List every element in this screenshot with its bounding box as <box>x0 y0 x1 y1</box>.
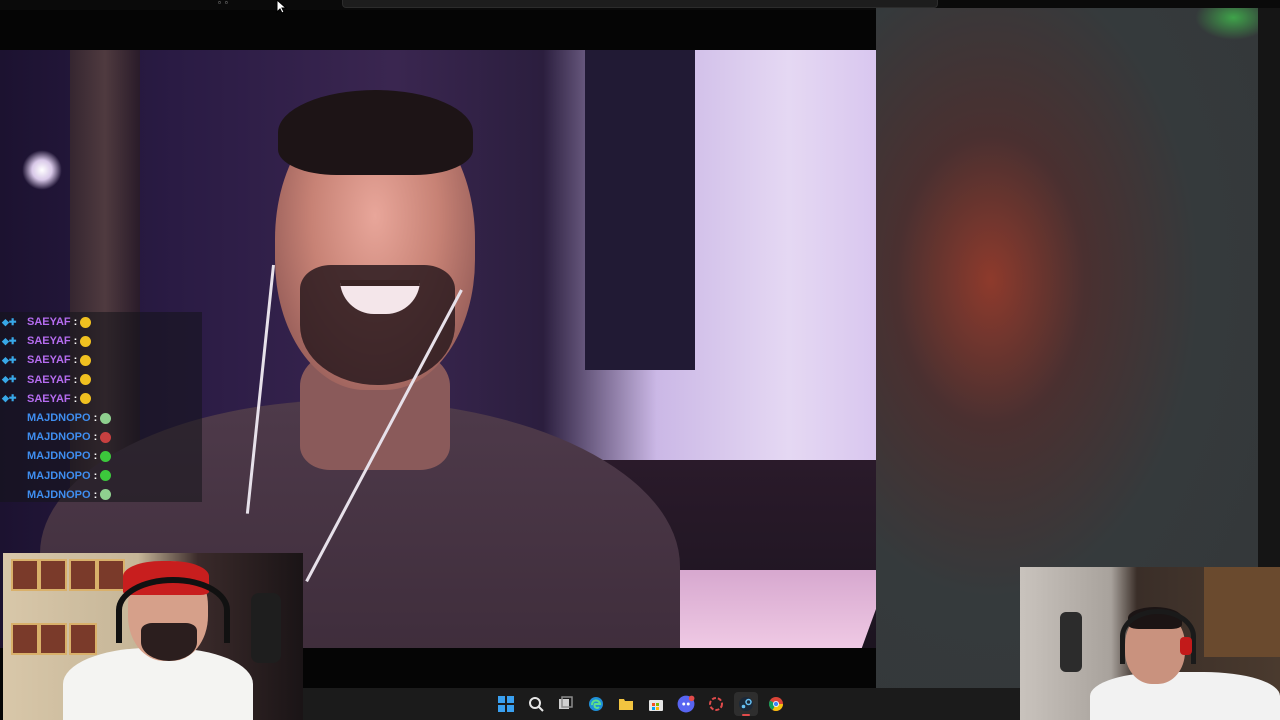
chat-message: ◆✚ SAEYAF: <box>2 313 92 331</box>
chat-separator: : <box>93 431 98 444</box>
green-emote-icon <box>100 470 112 482</box>
yellow-face-emote-icon <box>80 393 92 405</box>
desk-microphone <box>1060 612 1082 672</box>
chat-separator: : <box>73 392 78 405</box>
file-explorer-icon[interactable] <box>614 692 638 716</box>
top-window-controls[interactable]: ▫▫ <box>218 0 232 7</box>
background-lamp <box>22 150 62 190</box>
streamer-headset <box>116 577 230 643</box>
microsoft-store-icon[interactable] <box>644 692 668 716</box>
chat-message: ◆✚ SAEYAF: <box>2 390 92 408</box>
chat-separator: : <box>73 316 78 328</box>
yellow-face-emote-icon <box>80 316 92 328</box>
chat-username: MAJDNOPO <box>27 469 91 482</box>
steam-icon[interactable] <box>734 692 758 716</box>
discord-icon[interactable] <box>674 692 698 716</box>
chat-message: MAJDNOPO: <box>2 447 112 465</box>
chat-overlay: ◆✚ SAEYAF: ◆✚ SAEYAF: ◆✚ SAEYAF: ◆✚ SAEYAF: ◆✚ SA… <box>0 312 202 502</box>
chat-badge-icon: ◆✚ <box>2 316 17 327</box>
chat-separator: : <box>73 354 78 367</box>
mouse-cursor-icon <box>276 0 288 14</box>
taskbar-icons <box>494 692 788 716</box>
shelf-figure <box>69 559 97 591</box>
chat-message: ◆✚ SAEYAF: <box>2 332 92 350</box>
chat-username: MAJDNOPO <box>27 412 91 424</box>
app-icon[interactable] <box>704 692 728 716</box>
chat-message: MAJDNOPO: <box>2 428 112 446</box>
viewer-headset-earcup <box>1180 637 1192 655</box>
chat-username: MAJDNOPO <box>27 431 91 444</box>
chat-message: MAJDNOPO: <box>2 467 112 485</box>
shelf-figure <box>97 559 125 591</box>
shelf-figure <box>11 559 39 591</box>
green-face-emote-icon <box>100 489 112 501</box>
right-edge-strip <box>1258 8 1280 568</box>
shelf-figure <box>39 559 67 591</box>
chat-username: SAEYAF <box>27 335 71 348</box>
right-green-glow <box>1195 8 1259 40</box>
chat-separator: : <box>93 488 98 501</box>
chat-message: ◆✚ SAEYAF: <box>2 371 92 389</box>
chat-separator: : <box>93 412 98 424</box>
top-address-strip[interactable] <box>342 0 938 8</box>
shelf-figure <box>11 623 39 655</box>
chat-separator: : <box>73 373 78 386</box>
yellow-face-emote-icon <box>80 374 92 386</box>
chat-separator: : <box>93 469 98 482</box>
viewer-shirt <box>1090 672 1280 720</box>
chat-username: MAJDNOPO <box>27 450 91 463</box>
streamer-facecam-right <box>1020 567 1280 720</box>
task-view-icon[interactable] <box>554 692 578 716</box>
green-emote-icon <box>100 450 112 462</box>
chat-message: MAJDNOPO: <box>2 486 112 504</box>
search-icon[interactable] <box>524 692 548 716</box>
chat-separator: : <box>73 335 78 348</box>
shelf-figure <box>69 623 97 655</box>
chat-badge-icon: ◆✚ <box>2 335 17 346</box>
chat-badge-icon: ◆✚ <box>2 393 17 404</box>
chrome-icon[interactable] <box>764 692 788 716</box>
guest-hair <box>278 90 473 175</box>
shelf-figure <box>39 623 67 655</box>
wooden-cabinet <box>1204 567 1280 657</box>
chat-badge-icon: ◆✚ <box>2 354 17 365</box>
yellow-face-emote-icon <box>80 335 92 347</box>
chat-message: MAJDNOPO: <box>2 409 112 427</box>
background-window <box>585 50 695 370</box>
edge-browser-icon[interactable] <box>584 692 608 716</box>
streamer-facecam-left <box>3 553 303 720</box>
chat-username: SAEYAF <box>27 392 71 405</box>
chat-username: SAEYAF <box>27 316 71 328</box>
chat-separator: : <box>93 450 98 463</box>
microphone <box>251 593 281 663</box>
red-emote-icon <box>100 431 112 443</box>
chat-badge-icon: ◆✚ <box>2 374 17 385</box>
green-face-emote-icon <box>100 412 112 424</box>
chat-message: ◆✚ SAEYAF: <box>2 351 92 369</box>
windows-start-icon[interactable] <box>494 692 518 716</box>
chat-username: MAJDNOPO <box>27 488 91 501</box>
chat-username: SAEYAF <box>27 354 71 367</box>
yellow-face-emote-icon <box>80 354 92 366</box>
chat-username: SAEYAF <box>27 373 71 386</box>
